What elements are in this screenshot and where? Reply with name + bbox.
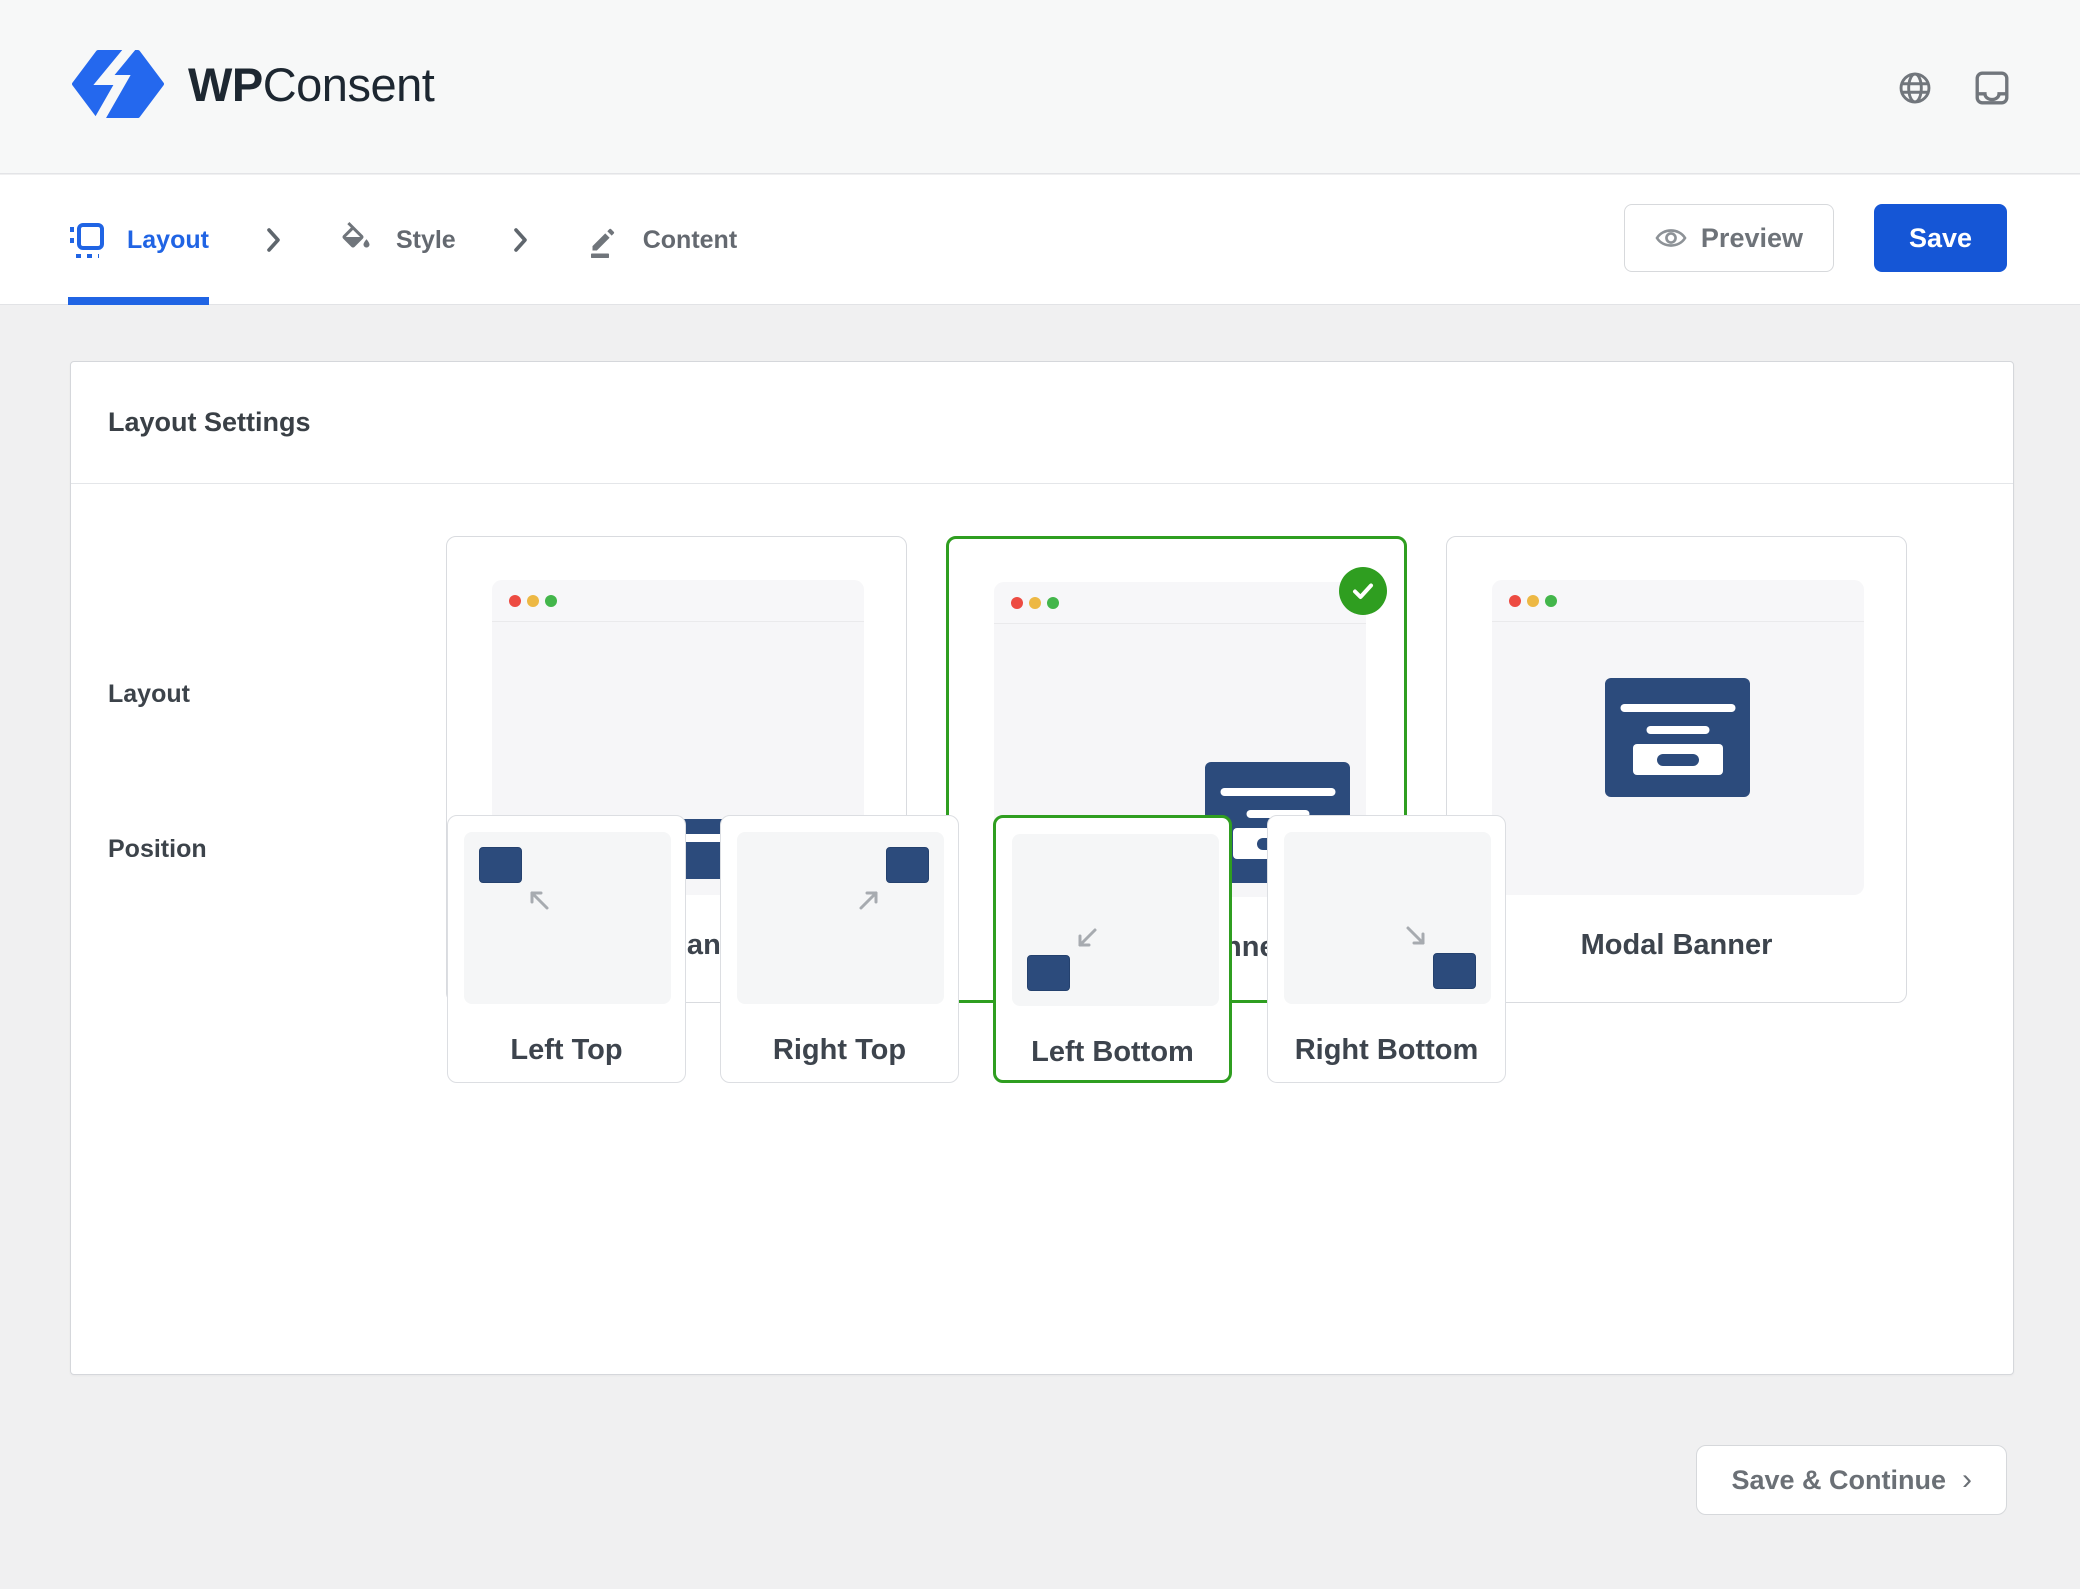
- position-preview: [737, 832, 944, 1004]
- inbox-icon[interactable]: [1974, 70, 2010, 106]
- position-option-label: Left Bottom: [996, 1036, 1229, 1069]
- wizard-tabbar: Layout Style: [0, 175, 2080, 305]
- arrow-up-right-icon: [855, 886, 883, 914]
- chevron-right-icon: [512, 226, 529, 254]
- browser-dot-yellow: [527, 595, 539, 607]
- chevron-right-icon: ›: [1962, 1465, 1972, 1495]
- arrow-down-right-icon: [1402, 922, 1430, 950]
- paint-bucket-icon: [338, 222, 374, 258]
- tab-content[interactable]: Content: [585, 175, 737, 305]
- tabbar-actions: Preview Save: [1624, 204, 2007, 272]
- preview-button-label: Preview: [1701, 223, 1803, 254]
- browser-dot-green: [1047, 597, 1059, 609]
- tab-layout-label: Layout: [127, 226, 209, 255]
- save-and-continue-label: Save & Continue: [1731, 1465, 1946, 1496]
- banner-text-line: [1646, 726, 1709, 734]
- layout-option-label: Modal Banner: [1447, 929, 1906, 962]
- layout-icon: [68, 222, 105, 259]
- tab-style-label: Style: [396, 226, 456, 255]
- panel-header: Layout Settings: [71, 362, 2013, 484]
- position-option-label: Right Bottom: [1268, 1034, 1505, 1067]
- banner-text-line: [1220, 788, 1335, 796]
- header-icon-group: [1898, 70, 2010, 106]
- layout-option-modal-banner[interactable]: Modal Banner: [1446, 536, 1907, 1003]
- browser-dot-green: [1545, 595, 1557, 607]
- banner-position-box: [479, 847, 522, 883]
- browser-dot-red: [509, 595, 521, 607]
- logo-text-wp: WP: [188, 58, 263, 111]
- browser-dot-green: [545, 595, 557, 607]
- pencil-icon: [585, 222, 621, 258]
- browser-dot-red: [1011, 597, 1023, 609]
- tab-style[interactable]: Style: [338, 175, 456, 305]
- wpconsent-logo-text: WPConsent: [188, 57, 434, 112]
- arrow-up-left-icon: [525, 886, 553, 914]
- globe-icon[interactable]: [1898, 71, 1932, 105]
- position-row-label: Position: [108, 835, 207, 864]
- banner-position-box: [1027, 955, 1070, 991]
- position-preview: [1284, 832, 1491, 1004]
- position-option-right-bottom[interactable]: Right Bottom: [1267, 815, 1506, 1083]
- banner-button-pill: [1657, 754, 1699, 766]
- app-header: WPConsent: [0, 0, 2080, 174]
- browser-titlebar: [994, 582, 1366, 624]
- browser-mockup: [1492, 580, 1864, 895]
- logo-text-consent: Consent: [263, 58, 435, 111]
- position-preview: [1012, 834, 1219, 1006]
- browser-dot-red: [1509, 595, 1521, 607]
- layout-row-label: Layout: [108, 680, 190, 709]
- position-option-left-bottom[interactable]: Left Bottom: [993, 815, 1232, 1083]
- browser-titlebar: [1492, 580, 1864, 622]
- position-option-left-top[interactable]: Left Top: [447, 815, 686, 1083]
- panel-title: Layout Settings: [108, 407, 311, 438]
- chevron-right-icon: [265, 226, 282, 254]
- position-option-label: Right Top: [721, 1034, 958, 1067]
- position-option-right-top[interactable]: Right Top: [720, 815, 959, 1083]
- position-preview: [464, 832, 671, 1004]
- tab-layout[interactable]: Layout: [68, 175, 209, 305]
- layout-settings-panel: Layout Settings Layout: [70, 361, 2014, 1375]
- browser-titlebar: [492, 580, 864, 622]
- wpconsent-settings-screen: WPConsent: [0, 0, 2080, 1589]
- wpconsent-logo: WPConsent: [72, 50, 434, 118]
- preview-button[interactable]: Preview: [1624, 204, 1834, 272]
- banner-text-line: [1620, 704, 1735, 712]
- wpconsent-logo-icon: [72, 50, 164, 118]
- browser-dot-yellow: [1029, 597, 1041, 609]
- banner-button-box: [1633, 744, 1723, 775]
- position-option-label: Left Top: [448, 1034, 685, 1067]
- tab-content-label: Content: [643, 226, 737, 255]
- banner-position-box: [1433, 953, 1476, 989]
- save-and-continue-button[interactable]: Save & Continue ›: [1696, 1445, 2007, 1515]
- selected-check-icon: [1339, 567, 1387, 615]
- panel-body: Layout Lo: [71, 484, 2013, 1374]
- modal-banner-preview: [1605, 678, 1750, 797]
- banner-position-box: [886, 847, 929, 883]
- wizard-tabs: Layout Style: [68, 175, 737, 305]
- eye-icon: [1655, 225, 1687, 251]
- save-button[interactable]: Save: [1874, 204, 2007, 272]
- browser-dot-yellow: [1527, 595, 1539, 607]
- arrow-down-left-icon: [1073, 924, 1101, 952]
